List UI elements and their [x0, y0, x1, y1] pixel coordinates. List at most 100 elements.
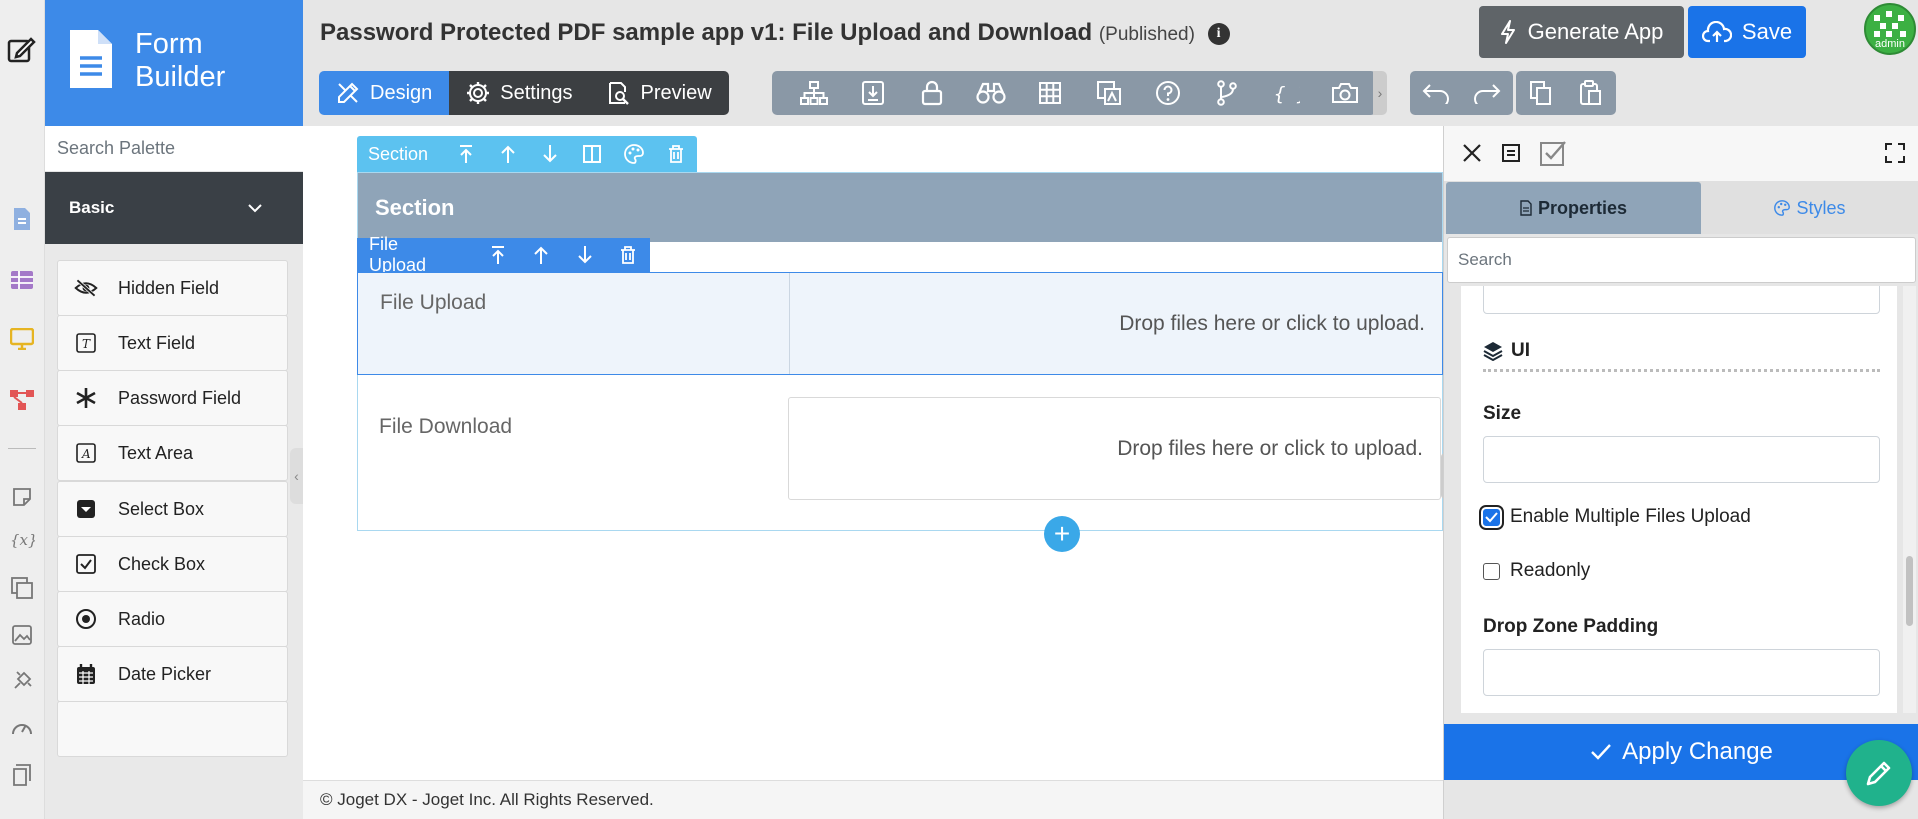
enable-multiple-files-checkbox[interactable]: Enable Multiple Files Upload: [1479, 504, 1751, 530]
palette-item-password-field[interactable]: Password Field: [57, 370, 288, 426]
copy-paste-group: [1516, 71, 1616, 115]
size-input[interactable]: [1483, 436, 1880, 483]
move-to-top-icon[interactable]: [476, 245, 520, 265]
palette-item-radio[interactable]: Radio: [57, 591, 288, 647]
palette-item-label: Select Box: [118, 498, 205, 519]
tab-styles[interactable]: Styles: [1701, 182, 1918, 234]
tab-design[interactable]: Design: [319, 71, 450, 115]
plus-icon: +: [1053, 518, 1071, 549]
palette-item-label: Date Picker: [118, 663, 212, 684]
camera-icon[interactable]: [1315, 71, 1374, 115]
palette-item-text-area[interactable]: A Text Area: [57, 425, 288, 481]
avatar-label: admin: [1875, 38, 1905, 50]
copy-icon[interactable]: [1529, 80, 1553, 106]
tab-settings[interactable]: Settings: [449, 71, 590, 115]
generate-app-label: Generate App: [1527, 19, 1664, 44]
tab-properties[interactable]: Properties: [1446, 182, 1701, 234]
palette-item-label: Text Field: [118, 332, 196, 353]
palette-category-basic[interactable]: Basic: [45, 172, 303, 244]
section-toolbar-label: Section: [368, 143, 429, 164]
binoculars-icon[interactable]: [961, 71, 1020, 115]
undo-icon[interactable]: [1422, 82, 1450, 104]
paste-icon[interactable]: [1579, 80, 1603, 106]
move-up-icon[interactable]: [520, 245, 564, 265]
palette-search-input[interactable]: [45, 126, 303, 172]
save-button[interactable]: Save: [1688, 6, 1806, 58]
columns-icon[interactable]: [571, 145, 613, 163]
drop-zone-padding-input[interactable]: [1483, 649, 1880, 696]
note-icon[interactable]: [9, 484, 35, 510]
collapse-palette-handle[interactable]: ‹: [290, 448, 303, 504]
logs-icon[interactable]: [9, 762, 35, 788]
generate-app-button[interactable]: Generate App: [1479, 6, 1684, 58]
palette-style-icon[interactable]: [613, 144, 655, 164]
field-file-upload[interactable]: File Upload Drop files here or click to …: [357, 272, 1443, 375]
close-icon[interactable]: [1461, 142, 1483, 164]
import-icon[interactable]: [843, 71, 902, 115]
image-icon[interactable]: [9, 622, 35, 648]
drop-zone-padding-label: Drop Zone Padding: [1483, 616, 1659, 637]
size-label: Size: [1483, 403, 1522, 424]
table-grid-icon[interactable]: [1020, 71, 1079, 115]
builder-toolbar: { }: [772, 71, 1376, 115]
text-area-icon: A: [74, 441, 98, 465]
palette-item-check-box[interactable]: Check Box: [57, 536, 288, 592]
save-label: Save: [1741, 19, 1793, 44]
form-icon[interactable]: [9, 206, 35, 232]
check-square-icon[interactable]: [1539, 139, 1567, 167]
redo-icon[interactable]: [1473, 82, 1501, 104]
palette-item-more[interactable]: [57, 701, 288, 757]
toolbar-more-chevron-icon[interactable]: ›: [1373, 71, 1387, 115]
palette-item-text-field[interactable]: T Text Field: [57, 315, 288, 371]
move-up-icon[interactable]: [487, 144, 529, 164]
brand-line-2: Builder: [135, 61, 226, 93]
edit-app-icon[interactable]: [5, 34, 37, 66]
properties-search-input[interactable]: [1447, 237, 1916, 283]
checkbox-checked[interactable]: [1479, 504, 1504, 530]
process-icon[interactable]: [9, 387, 35, 413]
checkbox-unchecked[interactable]: [1483, 562, 1500, 580]
lock-icon[interactable]: [902, 71, 961, 115]
palette-item-label: Hidden Field: [118, 277, 220, 298]
palette-item-hidden-field[interactable]: Hidden Field: [57, 260, 288, 316]
file-dropzone[interactable]: Drop files here or click to upload.: [788, 397, 1441, 500]
datalist-icon[interactable]: [9, 267, 35, 293]
palette-item-date-picker[interactable]: Date Picker: [57, 646, 288, 702]
readonly-label: Readonly: [1510, 560, 1591, 581]
expand-icon[interactable]: [1884, 142, 1906, 164]
branch-icon[interactable]: [1197, 71, 1256, 115]
form-builder-brand: Form Builder: [45, 0, 303, 126]
move-to-top-icon[interactable]: [445, 144, 487, 164]
panel-tabs: Properties Styles: [1444, 182, 1918, 234]
userview-icon[interactable]: [9, 326, 35, 352]
file-dropzone[interactable]: Drop files here or click to upload.: [789, 273, 1442, 374]
properties-scrollbar[interactable]: [1903, 286, 1916, 713]
performance-icon[interactable]: [9, 715, 35, 741]
move-down-icon[interactable]: [529, 144, 571, 164]
field-label: File Upload: [380, 291, 487, 314]
code-braces-icon[interactable]: { }: [1256, 71, 1315, 115]
pencil-edit-button[interactable]: [1846, 740, 1912, 806]
avatar[interactable]: admin: [1864, 3, 1916, 55]
tree-view-icon[interactable]: [784, 71, 843, 115]
info-icon[interactable]: i: [1207, 22, 1230, 45]
readonly-checkbox[interactable]: Readonly: [1483, 560, 1590, 582]
plugin-icon[interactable]: [9, 668, 35, 694]
field-label: File Download: [379, 415, 513, 438]
compact-view-icon[interactable]: [1500, 142, 1522, 164]
variable-icon[interactable]: {x}: [9, 527, 35, 553]
scrollbar-thumb[interactable]: [1906, 556, 1913, 626]
field-file-download[interactable]: File Download Drop files here or click t…: [357, 375, 1443, 530]
help-icon[interactable]: [1138, 71, 1197, 115]
move-down-icon[interactable]: [563, 245, 607, 265]
add-element-button[interactable]: +: [1044, 516, 1080, 552]
trash-icon[interactable]: [607, 246, 651, 264]
resources-icon[interactable]: [9, 575, 35, 601]
image-text-icon[interactable]: [1079, 71, 1138, 115]
palette-item-select-box[interactable]: Select Box: [57, 481, 288, 537]
svg-text:{ }: { }: [1274, 83, 1300, 105]
previous-field-input[interactable]: [1483, 286, 1880, 314]
trash-icon[interactable]: [655, 145, 697, 163]
layers-icon: [1483, 341, 1503, 361]
tab-preview[interactable]: Preview: [589, 71, 729, 115]
